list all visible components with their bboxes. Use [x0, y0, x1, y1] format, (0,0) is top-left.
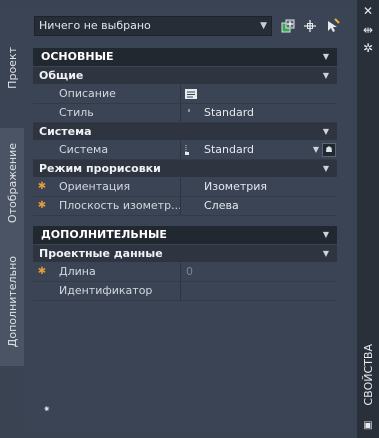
- property-grid: ОСНОВНЫЕ ▼ Общие ▼ Описание Стиль Standa…: [33, 48, 337, 301]
- prop-name: Описание: [51, 85, 181, 103]
- chevron-down-icon: ▼: [260, 21, 267, 31]
- system-swatch-icon: [185, 145, 189, 155]
- prop-row-length[interactable]: ✱ Длина 0: [33, 263, 337, 282]
- style-swatch-icon: [188, 109, 190, 112]
- settings-icon[interactable]: ✲: [360, 40, 376, 56]
- selection-value: Ничего не выбрано: [39, 19, 151, 32]
- collapse-icon: ▼: [322, 71, 329, 80]
- prop-value[interactable]: Standard ▼ ☗: [182, 141, 337, 159]
- prop-name: Длина: [51, 263, 181, 281]
- prop-value[interactable]: [182, 85, 337, 103]
- text-editor-icon[interactable]: [184, 88, 198, 100]
- tab-extended[interactable]: Дополнительно: [0, 238, 25, 366]
- toolbar: Ничего не выбрано ▼: [30, 16, 351, 38]
- prop-row-identifier[interactable]: Идентификатор: [33, 282, 337, 301]
- pick-add-icon[interactable]: [302, 18, 318, 34]
- browse-button[interactable]: ☗: [322, 143, 336, 157]
- prop-row-system[interactable]: Система Standard ▼ ☗: [33, 141, 337, 160]
- prop-value[interactable]: [182, 282, 337, 300]
- category-extra[interactable]: ДОПОЛНИТЕЛЬНЫЕ ▼: [33, 226, 337, 244]
- tab-project-label: Проект: [5, 47, 19, 89]
- group-render-mode-label: Режим прорисовки: [39, 162, 161, 175]
- collapse-icon: ▼: [322, 249, 329, 258]
- prop-value[interactable]: Изометрия: [182, 178, 337, 196]
- properties-panel: Ничего не выбрано ▼ ОСНОВНЫЕ ▼ Общие ▼ О…: [24, 8, 357, 430]
- collapse-icon: ▼: [322, 52, 329, 61]
- tab-display[interactable]: Отображение: [0, 128, 25, 238]
- tab-extended-label: Дополнительно: [5, 256, 19, 348]
- collapse-icon: ▼: [322, 127, 329, 136]
- required-asterisk-icon: ✱: [37, 181, 47, 192]
- prop-name: Плоскость изометр...: [51, 197, 181, 215]
- prop-name: Идентификатор: [51, 282, 181, 300]
- group-render-mode[interactable]: Режим прорисовки ▼: [33, 160, 337, 177]
- cursor-icon: ⁕: [43, 405, 51, 415]
- palette-title-bar: ✕ ⇹ ✲ СВОЙСТВА ▣: [357, 0, 379, 438]
- prop-name: Стиль: [51, 104, 181, 122]
- category-extra-label: ДОПОЛНИТЕЛЬНЫЕ: [41, 228, 167, 241]
- select-objects-icon[interactable]: [325, 18, 341, 34]
- autohide-icon[interactable]: ⇹: [360, 22, 376, 38]
- chevron-down-icon[interactable]: ▼: [313, 141, 319, 159]
- tab-display-label: Отображение: [5, 142, 19, 224]
- prop-row-style[interactable]: Стиль Standard: [33, 104, 337, 123]
- properties-palette: Проект Отображение Дополнительно Ничего …: [0, 0, 379, 438]
- properties-icon[interactable]: ▣: [360, 418, 376, 434]
- category-main-label: ОСНОВНЫЕ: [41, 50, 114, 63]
- selection-dropdown[interactable]: Ничего не выбрано ▼: [34, 16, 272, 36]
- quick-select-icon[interactable]: [280, 18, 296, 34]
- prop-row-iso-plane[interactable]: ✱ Плоскость изометр... Слева: [33, 197, 337, 216]
- group-system[interactable]: Система ▼: [33, 123, 337, 140]
- group-project-data[interactable]: Проектные данные ▼: [33, 245, 337, 262]
- prop-row-description[interactable]: Описание: [33, 85, 337, 104]
- group-general[interactable]: Общие ▼: [33, 67, 337, 84]
- group-system-label: Система: [39, 125, 92, 138]
- collapse-icon: ▼: [322, 230, 329, 239]
- prop-row-orientation[interactable]: ✱ Ориентация Изометрия: [33, 178, 337, 197]
- required-asterisk-icon: ✱: [37, 200, 47, 211]
- group-project-data-label: Проектные данные: [39, 247, 163, 260]
- group-general-label: Общие: [39, 69, 84, 82]
- prop-name: Система: [51, 141, 181, 159]
- close-icon[interactable]: ✕: [360, 3, 376, 19]
- prop-name: Ориентация: [51, 178, 181, 196]
- prop-value[interactable]: Standard: [182, 104, 337, 122]
- collapse-icon: ▼: [322, 164, 329, 173]
- tab-project[interactable]: Проект: [0, 8, 24, 128]
- required-asterisk-icon: ✱: [37, 266, 47, 277]
- prop-value[interactable]: Слева: [182, 197, 337, 215]
- category-main[interactable]: ОСНОВНЫЕ ▼: [33, 48, 337, 66]
- prop-value[interactable]: 0: [182, 263, 337, 281]
- palette-title: СВОЙСТВА: [361, 344, 375, 406]
